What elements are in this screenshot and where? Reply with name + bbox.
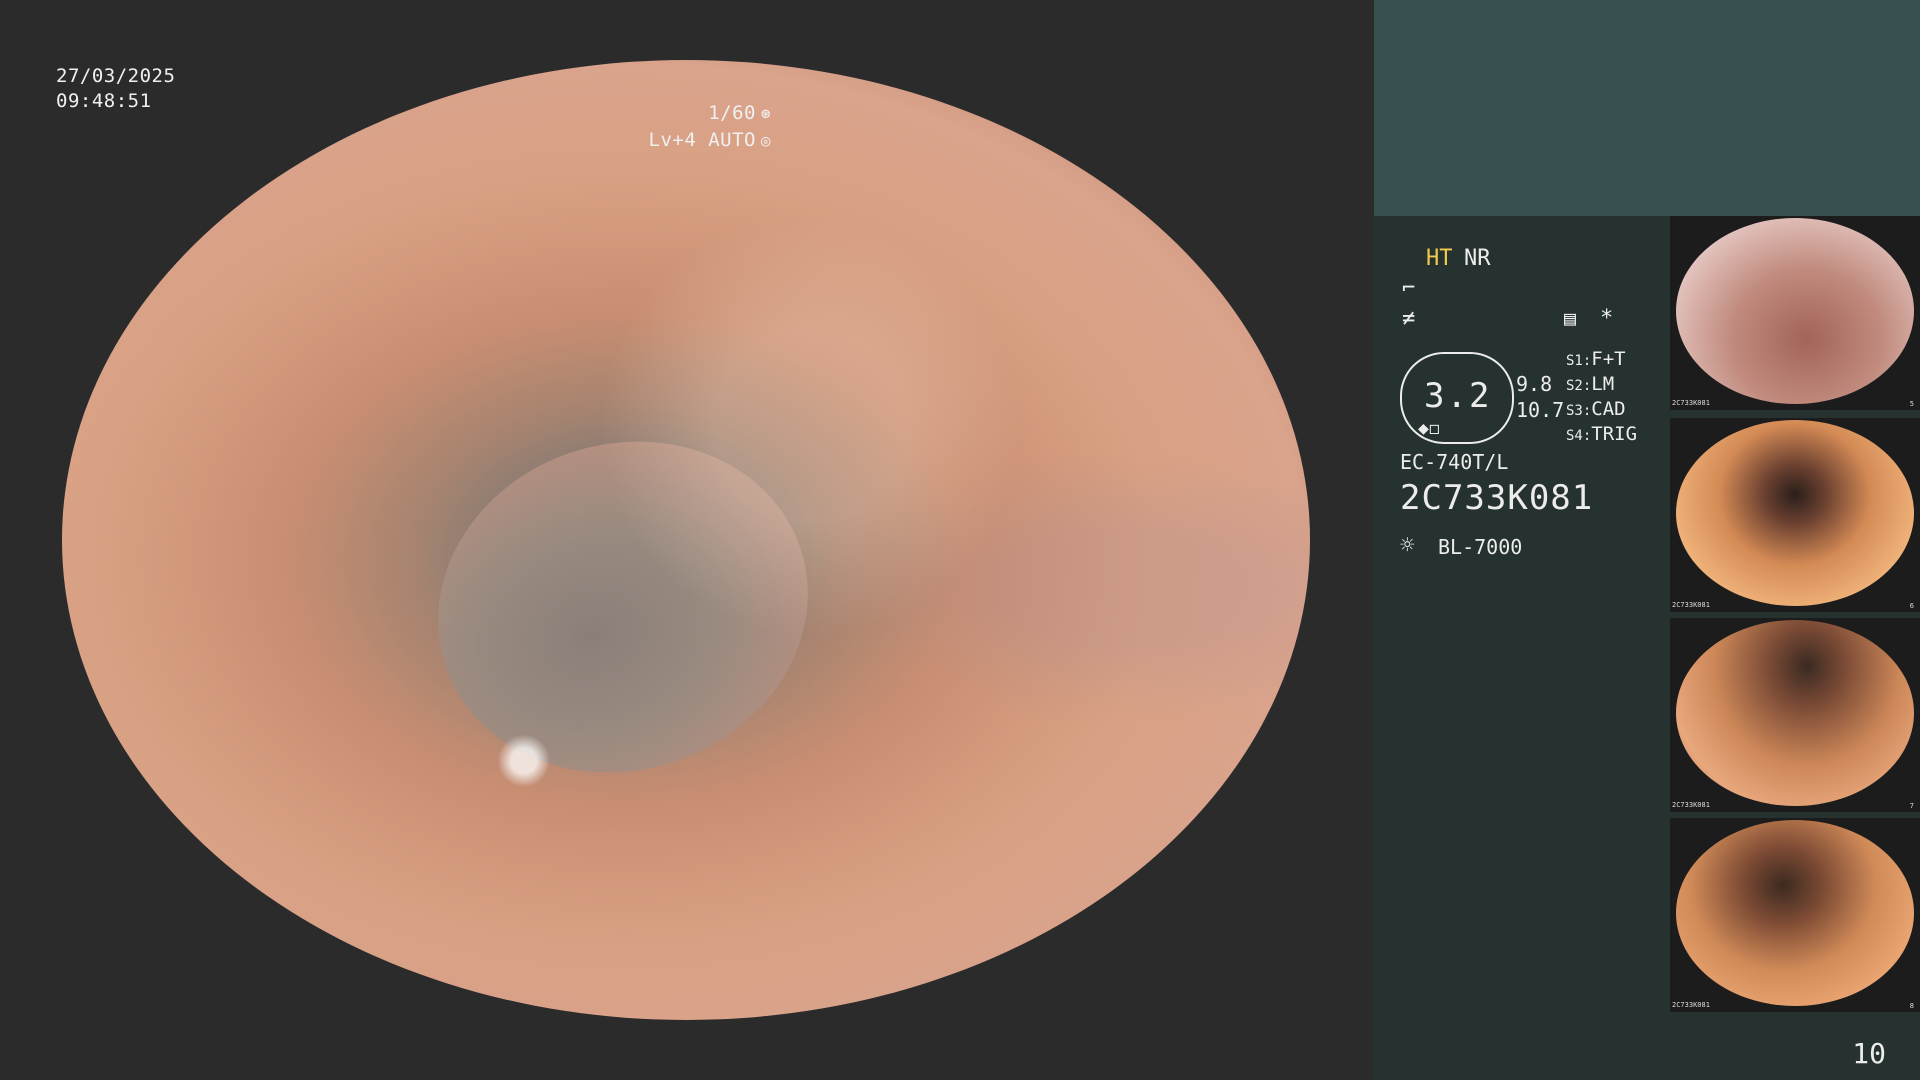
- zoom-value: 3.2: [1424, 376, 1492, 416]
- thumbnail-serial: 2C733K081: [1672, 1001, 1710, 1009]
- freeze-icon: ≠: [1402, 306, 1416, 331]
- switch-s3-label: CAD: [1591, 398, 1626, 420]
- thumbnail-image: [1676, 218, 1914, 404]
- switch-s1-label: F+T: [1591, 348, 1626, 370]
- thumbnail-3[interactable]: 2C733K081 7: [1670, 618, 1920, 812]
- brightness-level-value: Lv+4 AUTO: [648, 129, 756, 151]
- thumbnail-index: 7: [1909, 802, 1914, 810]
- info-header-band: [1374, 0, 1920, 216]
- thumbnail-image: [1676, 420, 1914, 606]
- measure-value-2: 10.7: [1516, 398, 1565, 422]
- thumbnail-image: [1676, 620, 1914, 806]
- measure-value-1: 9.8: [1516, 372, 1553, 396]
- settings-icon: ▤: [1564, 306, 1577, 330]
- mode-nr: NR: [1464, 246, 1491, 271]
- shutter-speed-value: 1/60: [708, 102, 756, 124]
- light-source-model: BL-7000: [1438, 535, 1523, 559]
- auto-iris-icon: ◎: [760, 131, 772, 150]
- thumbnail-index: 8: [1909, 1002, 1914, 1010]
- scope-model: EC-740T/L: [1400, 450, 1509, 474]
- thumbnail-image: [1676, 820, 1914, 1006]
- switch-s3: S3:CAD: [1566, 398, 1626, 420]
- switch-s4: S4:TRIG: [1566, 423, 1637, 445]
- shutter-speed: 1/60 ⊛: [708, 100, 774, 127]
- scope-serial: 2C733K081: [1400, 478, 1594, 518]
- switch-s4-label: TRIG: [1591, 423, 1638, 445]
- thumbnail-index: 5: [1909, 400, 1914, 408]
- thumbnail-index: 6: [1909, 602, 1914, 610]
- thumbnail-serial: 2C733K081: [1672, 601, 1710, 609]
- switch-s4-key: S4:: [1566, 428, 1592, 444]
- light-source-icon: ☼: [1400, 531, 1415, 559]
- asterisk-icon: *: [1600, 306, 1614, 331]
- thumbnail-4[interactable]: 2C733K081 8: [1670, 818, 1920, 1012]
- zoom-marker-icon: ◆◻: [1418, 418, 1440, 439]
- endoscopic-image: [62, 60, 1310, 1020]
- aperture-icon: ⊛: [760, 104, 772, 123]
- endoscope-live-view: 27/03/2025 09:48:51 1/60 ⊛ Lv+4 AUTO ◎: [0, 0, 1374, 1080]
- thumbnail-1[interactable]: 2C733K081 5: [1670, 216, 1920, 410]
- switch-s3-key: S3:: [1566, 403, 1592, 419]
- capture-date: 27/03/2025: [56, 65, 176, 87]
- thumbnail-serial: 2C733K081: [1672, 801, 1710, 809]
- enhancement-icon: ⌐: [1402, 276, 1416, 301]
- thumbnail-2[interactable]: 2C733K081 6: [1670, 418, 1920, 612]
- switch-s1: S1:F+T: [1566, 348, 1626, 370]
- switch-s2: S2:LM: [1566, 373, 1614, 395]
- mode-ht: HT: [1426, 246, 1453, 271]
- brightness-level: Lv+4 AUTO ◎: [649, 127, 774, 154]
- switch-s2-key: S2:: [1566, 378, 1592, 394]
- capture-time: 09:48:51: [56, 90, 152, 112]
- page-number: 10: [1852, 1037, 1886, 1070]
- endoscopy-screen: 27/03/2025 09:48:51 1/60 ⊛ Lv+4 AUTO ◎ HT …: [0, 0, 1920, 1080]
- thumbnail-serial: 2C733K081: [1672, 399, 1710, 407]
- switch-s1-key: S1:: [1566, 353, 1592, 369]
- switch-s2-label: LM: [1591, 373, 1615, 395]
